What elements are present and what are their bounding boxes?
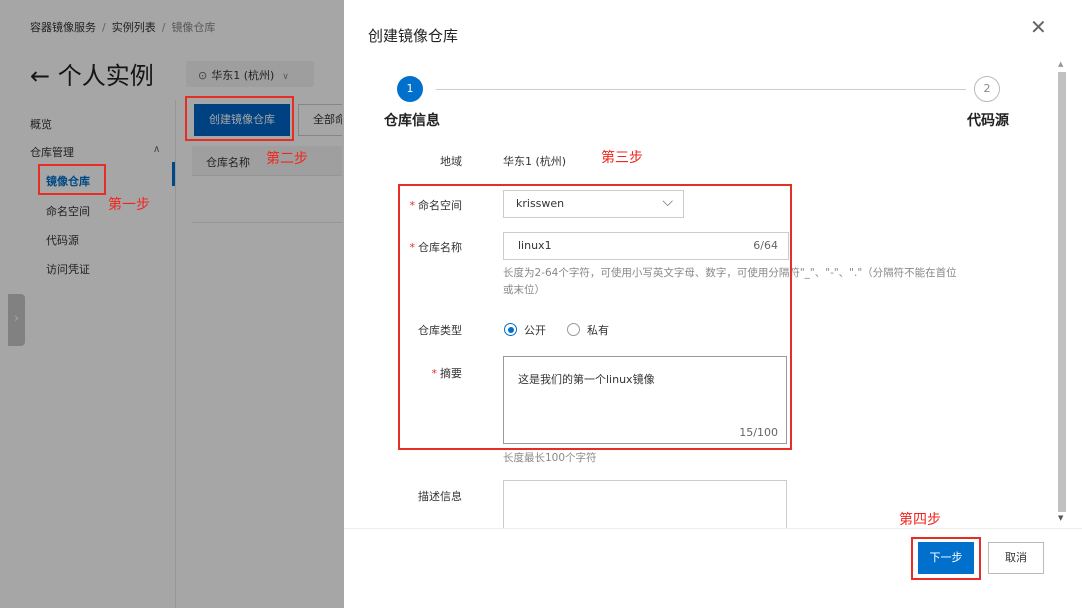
step-label-2: 代码源 (967, 113, 1009, 129)
scroll-up-arrow-icon[interactable]: ▲ (1058, 60, 1063, 68)
create-repo-drawer: 创建镜像仓库 ✕ 1 2 仓库信息 代码源 地域 华东1 (杭州) 第三步 * 命… (344, 0, 1082, 608)
summary-hint: 长度最长100个字符 (503, 452, 597, 464)
annotation-step1: 第一步 (108, 197, 150, 213)
annotation-step2: 第二步 (266, 151, 308, 167)
scrollbar[interactable]: ▲ ▼ (1056, 56, 1068, 528)
annotation-box-step3 (398, 184, 792, 450)
step-indicator-1: 1 (397, 76, 423, 102)
close-icon[interactable]: ✕ (1030, 15, 1047, 39)
step-connector (436, 89, 966, 90)
scrollbar-thumb[interactable] (1058, 72, 1066, 512)
annotation-box-step2 (185, 96, 294, 141)
step-label-1: 仓库信息 (384, 113, 440, 129)
annotation-step4: 第四步 (899, 512, 941, 528)
modal-overlay[interactable] (0, 0, 344, 608)
cancel-button[interactable]: 取消 (988, 542, 1044, 574)
step-indicator-2: 2 (974, 76, 1000, 102)
description-label: 描述信息 (418, 490, 462, 503)
annotation-box-step1 (38, 164, 106, 195)
region-label: 地域 (440, 155, 462, 168)
annotation-step3: 第三步 (601, 150, 643, 166)
scroll-down-arrow-icon[interactable]: ▼ (1058, 514, 1063, 522)
drawer-title: 创建镜像仓库 (368, 27, 459, 45)
region-value: 华东1 (杭州) (503, 155, 567, 168)
annotation-box-step4 (911, 537, 981, 580)
description-textarea[interactable] (503, 480, 787, 528)
